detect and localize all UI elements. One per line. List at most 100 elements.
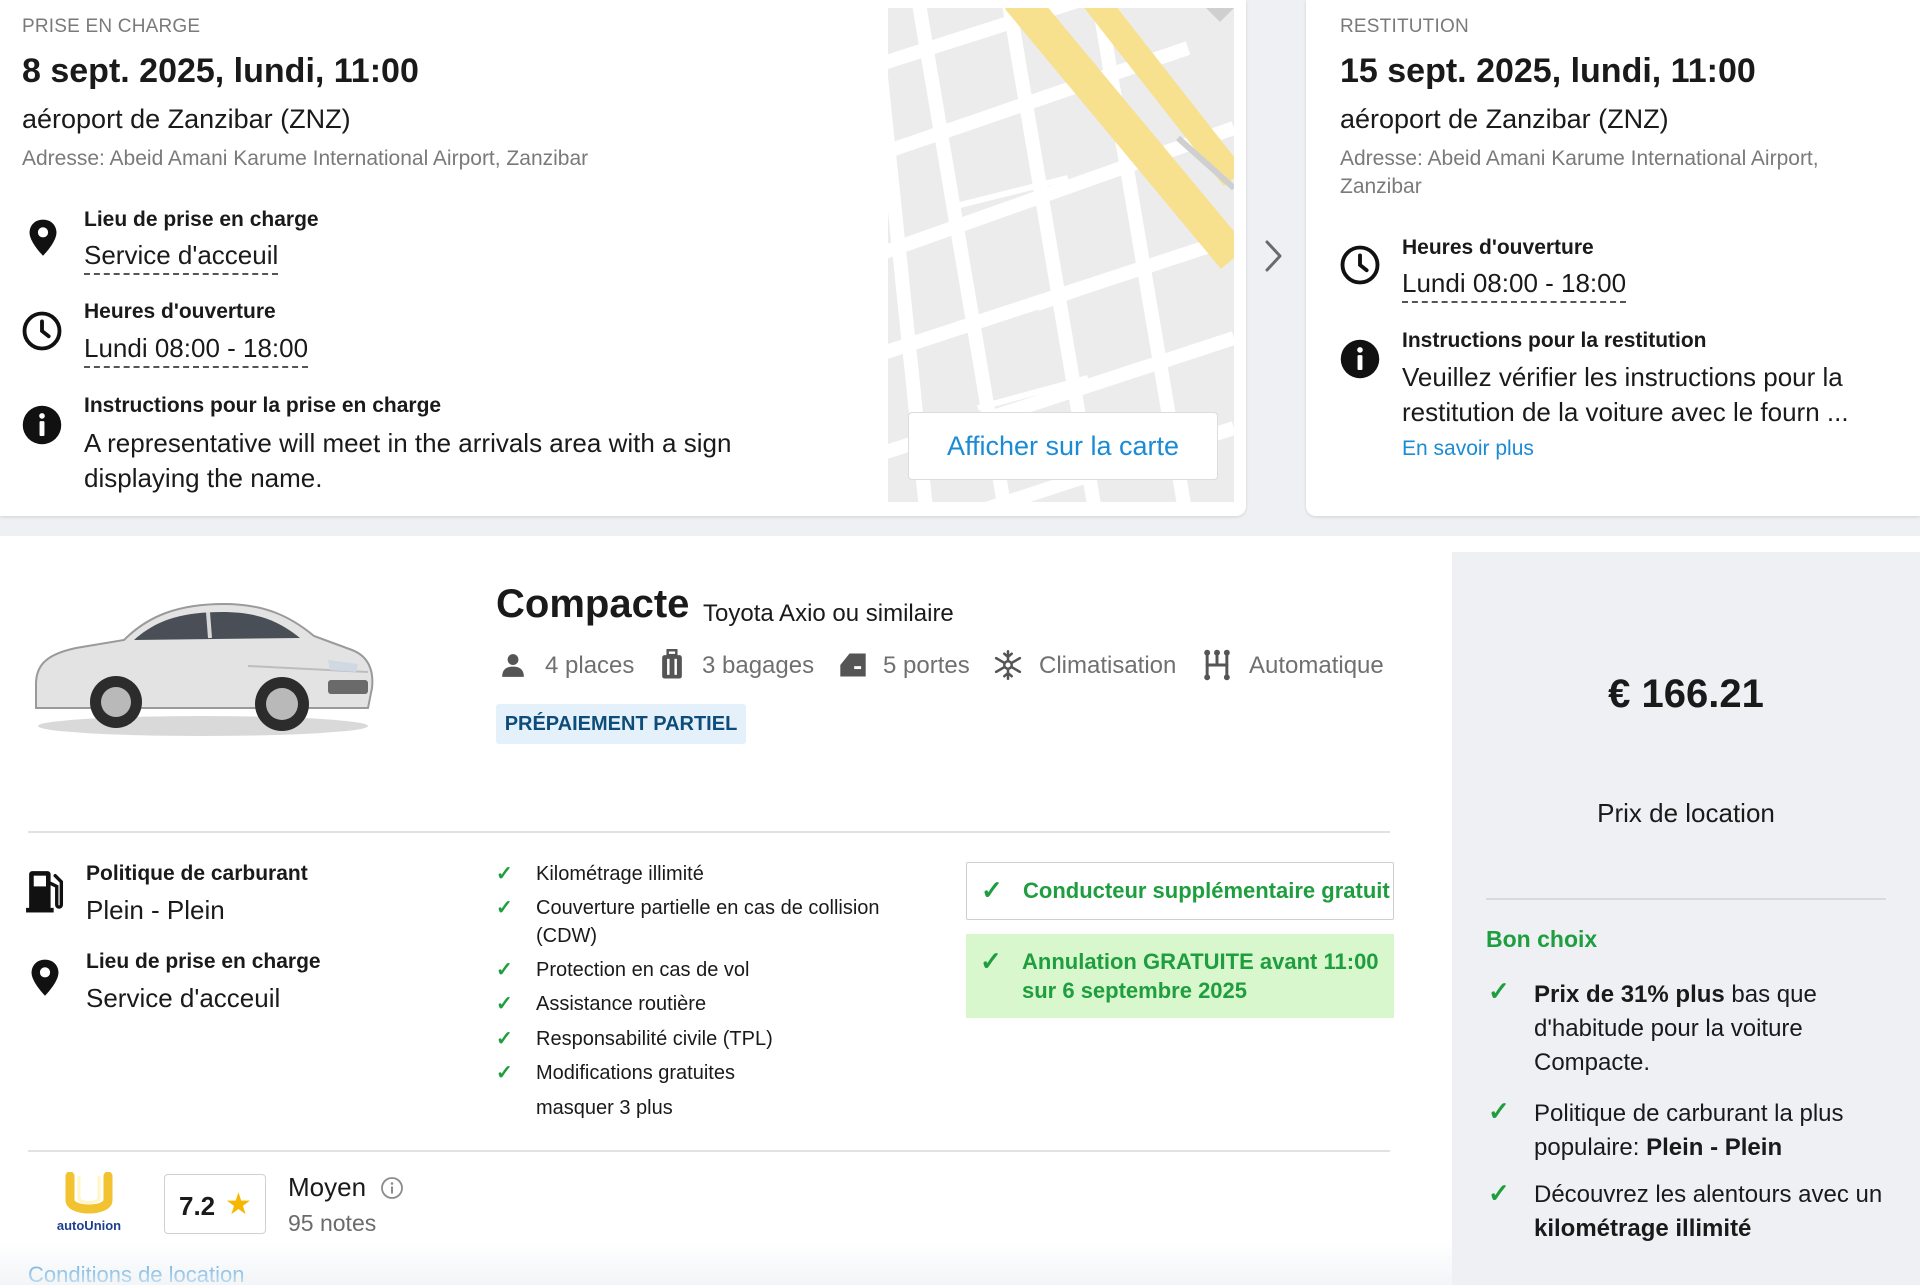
pickup-place: aéroport de Zanzibar (ZNZ) xyxy=(22,104,351,134)
return-place: aéroport de Zanzibar (ZNZ) xyxy=(1340,104,1669,134)
score-value: 7.2 xyxy=(179,1191,216,1221)
pickup-instructions-line2: displaying the name. xyxy=(84,463,323,493)
fuel-pump-icon xyxy=(26,871,64,913)
return-card: RESTITUTION 15 sept. 2025, lundi, 11:00 … xyxy=(1306,0,1920,516)
inclusion-text-6: Modifications gratuites xyxy=(536,1062,735,1084)
info-outline-icon[interactable] xyxy=(380,1176,404,1200)
reason-3-line1: Découvrez les alentours avec un xyxy=(1534,1181,1883,1208)
inclusion-text-1: Kilométrage illimité xyxy=(536,863,704,885)
return-address-line2: Zanzibar xyxy=(1340,175,1422,198)
reason-2-line1: Politique de carburant la plus xyxy=(1534,1100,1844,1127)
reason-3-bold: kilométrage illimité xyxy=(1534,1215,1752,1242)
supplier-logo-text: autoUnion xyxy=(57,1218,121,1233)
fuel-policy-value: Plein - Plein xyxy=(86,895,225,925)
divider-bottom xyxy=(28,1150,1390,1152)
reason-2-prefix: populaire: xyxy=(1534,1134,1647,1161)
pickup-location-title-2: Lieu de prise en charge xyxy=(86,950,321,973)
check-icon: ✓ xyxy=(1488,1178,1510,1208)
reviews-count: 95 notes xyxy=(288,1210,377,1236)
pickup-location-value-2: Service d'acceuil xyxy=(86,983,281,1013)
inclusion-5: ✓ xyxy=(496,1025,513,1053)
chevron-right-icon[interactable] xyxy=(1262,236,1286,286)
pickup-location-value[interactable]: Service d'acceuil xyxy=(84,240,279,275)
check-icon: ✓ xyxy=(496,1028,513,1050)
inclusion-text-2: Couverture partielle en cas de collision xyxy=(536,897,880,919)
return-hours-value[interactable]: Lundi 08:00 - 18:00 xyxy=(1402,268,1627,303)
location-pin-icon xyxy=(29,219,57,256)
rating-label: Moyen xyxy=(288,1172,367,1202)
check-icon: ✓ xyxy=(496,993,513,1015)
return-instructions-line2: restitution de la voiture avec le fourn … xyxy=(1402,397,1849,427)
feature-ac: Climatisation xyxy=(1039,652,1177,679)
inclusion-2: ✓ xyxy=(496,894,513,922)
return-section-label: RESTITUTION xyxy=(1340,16,1469,37)
conditions-link[interactable]: Conditions de location xyxy=(28,1262,244,1288)
supplier-logo: autoUnion xyxy=(57,1172,121,1233)
check-icon: ✓ xyxy=(496,863,513,885)
feature-transmission: Automatique xyxy=(1249,652,1384,679)
check-icon: ✓ xyxy=(496,959,513,981)
info-icon xyxy=(22,405,62,445)
divider-top xyxy=(28,831,1390,833)
inclusion-text-3: Protection en cas de vol xyxy=(536,959,750,981)
reason-2-line2: populaire: Plein - Plein xyxy=(1534,1131,1782,1165)
check-icon: ✓ xyxy=(496,897,513,919)
check-icon: ✓ xyxy=(1488,976,1510,1006)
inclusion-1: ✓ xyxy=(496,860,513,888)
pickup-hours-value[interactable]: Lundi 08:00 - 18:00 xyxy=(84,333,309,368)
price-panel: € 166.21 Prix de location Bon choix ✓ Pr… xyxy=(1452,552,1920,1285)
toggle-more-link[interactable]: masquer 3 plus xyxy=(536,1094,673,1122)
pickup-card: PRISE EN CHARGE 8 sept. 2025, lundi, 11:… xyxy=(0,0,1246,516)
learn-more-link[interactable]: En savoir plus xyxy=(1402,437,1534,461)
check-icon: ✓ xyxy=(1488,1096,1510,1126)
star-icon: ★ xyxy=(225,1188,252,1221)
reason-2-bold: Plein - Plein xyxy=(1646,1134,1783,1161)
show-on-map-button[interactable]: Afficher sur la carte xyxy=(908,412,1218,480)
inclusion-4: ✓ xyxy=(496,990,513,1018)
reason-1-line3: Compacte. xyxy=(1534,1049,1651,1076)
luggage-icon xyxy=(662,649,682,679)
fuel-policy-title: Politique de carburant xyxy=(86,862,308,885)
cancel-line2: sur 6 septembre 2025 xyxy=(1022,978,1248,1003)
reason-1-line2: d'habitude pour la voiture xyxy=(1534,1015,1803,1042)
prepayment-badge: PRÉPAIEMENT PARTIEL xyxy=(496,704,746,744)
free-driver-text: Conducteur supplémentaire gratuit xyxy=(1023,878,1390,903)
reason-1-bold: Prix de 31% plus xyxy=(1534,981,1725,1008)
check-icon: ✓ xyxy=(496,1062,513,1084)
car-image xyxy=(35,602,374,736)
clock-icon xyxy=(1340,245,1380,285)
inclusion-6: ✓ xyxy=(496,1059,513,1087)
pickup-instructions-title: Instructions pour la prise en charge xyxy=(84,394,442,417)
price-amount: € 166.21 xyxy=(1608,672,1764,716)
location-pin-icon xyxy=(31,959,59,996)
return-address-line1: Adresse: Abeid Amani Karume Internationa… xyxy=(1340,147,1819,170)
price-divider xyxy=(1486,898,1886,900)
free-driver-box: ✓ Conducteur supplémentaire gratuit xyxy=(966,862,1394,920)
info-icon xyxy=(1340,339,1380,379)
snowflake-icon xyxy=(994,650,1022,680)
inclusion-text-5: Responsabilité civile (TPL) xyxy=(536,1028,773,1050)
clock-icon xyxy=(22,311,62,351)
pickup-hours-title: Heures d'ouverture xyxy=(84,300,276,323)
check-icon: ✓ xyxy=(980,946,1002,976)
inclusion-3: ✓ xyxy=(496,956,513,984)
pickup-instructions-line1: A representative will meet in the arriva… xyxy=(84,428,732,458)
return-instructions-title: Instructions pour la restitution xyxy=(1402,329,1707,352)
return-instructions-line1: Veuillez vérifier les instructions pour … xyxy=(1402,362,1843,392)
pickup-date: 8 sept. 2025, lundi, 11:00 xyxy=(22,52,419,90)
feature-bags: 3 bagages xyxy=(702,652,815,679)
good-choice-title: Bon choix xyxy=(1486,926,1598,952)
car-model: Toyota Axio ou similaire xyxy=(703,600,954,627)
feature-seats: 4 places xyxy=(545,652,635,679)
inclusion-text-4: Assistance routière xyxy=(536,993,707,1015)
pickup-location-title: Lieu de prise en charge xyxy=(84,208,319,231)
reason-1-rest: bas que xyxy=(1724,981,1817,1008)
door-icon xyxy=(840,653,866,677)
check-icon: ✓ xyxy=(981,875,1003,905)
price-label: Prix de location xyxy=(1597,798,1775,828)
score-box: 7.2 ★ xyxy=(164,1174,266,1234)
pickup-address: Adresse: Abeid Amani Karume Internationa… xyxy=(22,147,589,170)
gearshift-icon xyxy=(1204,649,1230,681)
inclusion-text-2b: (CDW) xyxy=(536,925,598,947)
car-category: Compacte xyxy=(496,582,690,626)
